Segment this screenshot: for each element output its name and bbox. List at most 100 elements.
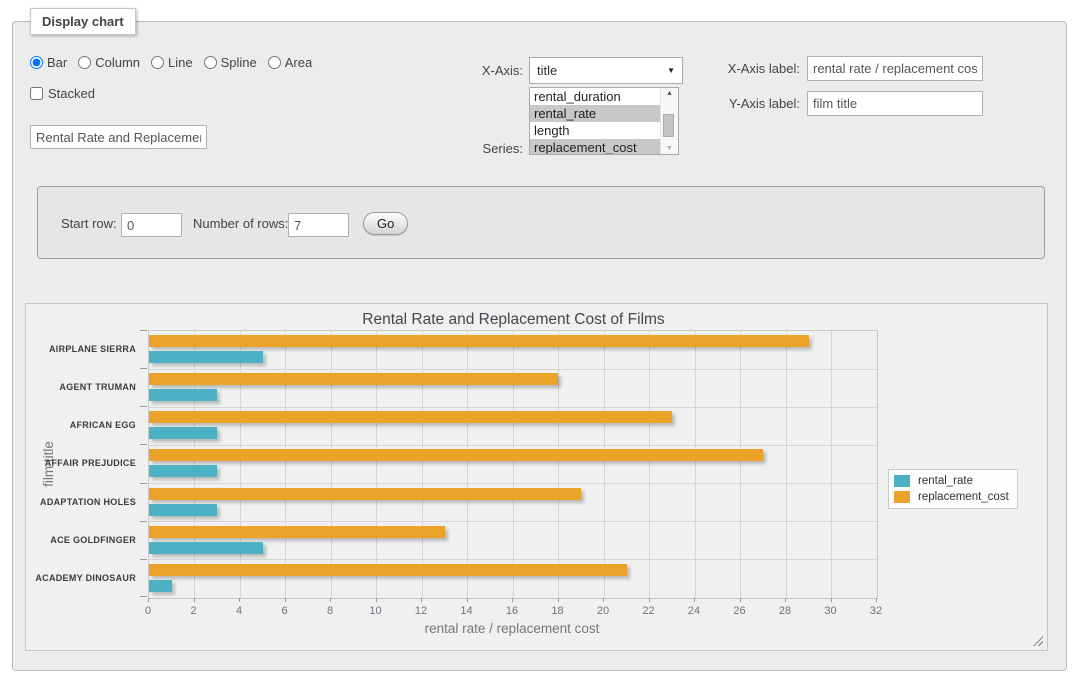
- x-tick-label: 18: [551, 605, 563, 617]
- gridline-horizontal: [149, 407, 877, 408]
- x-tick-mark: [285, 598, 286, 602]
- legend-swatch-replacement_cost: [894, 491, 910, 503]
- bar-replacement_cost-affair-prejudice: [149, 449, 763, 461]
- chart-y-ticks: [140, 330, 148, 597]
- x-tick-label: 0: [145, 605, 151, 617]
- legend-row-replacement_cost: replacement_cost: [894, 491, 1009, 503]
- bar-rental_rate-academy-dinosaur: [149, 580, 172, 592]
- category-label: AFRICAN EGG: [26, 406, 136, 444]
- x-tick-label: 8: [327, 605, 333, 617]
- gridline-horizontal: [149, 445, 877, 446]
- chart-legend: rental_rate replacement_cost: [888, 469, 1018, 509]
- start-row-input[interactable]: [121, 213, 182, 237]
- legend-row-rental_rate: rental_rate: [894, 475, 1009, 487]
- resize-handle-icon[interactable]: [1033, 636, 1043, 646]
- gridline-vertical: [604, 331, 605, 598]
- series-option-replacement_cost[interactable]: replacement_cost: [530, 139, 661, 155]
- series-option-length[interactable]: length: [530, 122, 661, 139]
- chart-type-radios: Bar Column Line Spline Area: [30, 55, 312, 70]
- go-button[interactable]: Go: [363, 212, 408, 235]
- gridline-horizontal: [149, 521, 877, 522]
- x-axis-label-input[interactable]: [807, 56, 983, 81]
- gridline-vertical: [376, 331, 377, 598]
- stacked-label: Stacked: [48, 86, 95, 101]
- chart-type-option-line[interactable]: Line: [151, 55, 193, 70]
- gridline-vertical: [422, 331, 423, 598]
- chart-x-tick-labels: 02468101214161820222426283032: [148, 605, 878, 618]
- chart-type-radio-spline[interactable]: [204, 56, 217, 69]
- bar-rental_rate-affair-prejudice: [149, 465, 217, 477]
- y-tick-mark: [140, 483, 147, 484]
- x-tick-label: 20: [597, 605, 609, 617]
- chart-type-option-column[interactable]: Column: [78, 55, 140, 70]
- x-tick-mark: [558, 598, 559, 602]
- series-option-rental_duration[interactable]: rental_duration: [530, 88, 661, 105]
- gridline-vertical: [649, 331, 650, 598]
- bar-replacement_cost-academy-dinosaur: [149, 564, 627, 576]
- chart-type-option-label: Spline: [221, 55, 257, 70]
- chart-type-option-spline[interactable]: Spline: [204, 55, 257, 70]
- stacked-option[interactable]: Stacked: [30, 86, 95, 101]
- bar-replacement_cost-african-egg: [149, 411, 672, 423]
- gridline-vertical: [740, 331, 741, 598]
- x-tick-mark: [831, 598, 832, 602]
- gridline-vertical: [786, 331, 787, 598]
- gridline-vertical: [513, 331, 514, 598]
- x-tick-mark: [148, 598, 149, 602]
- y-tick-mark: [140, 559, 147, 560]
- x-tick-mark: [649, 598, 650, 602]
- chart-type-radio-line[interactable]: [151, 56, 164, 69]
- chart-title-input[interactable]: [30, 125, 207, 149]
- series-option-rental_rate[interactable]: rental_rate: [530, 105, 661, 122]
- category-label: AIRPLANE SIERRA: [26, 330, 136, 368]
- bar-rental_rate-agent-truman: [149, 389, 217, 401]
- start-row-label: Start row:: [61, 216, 117, 231]
- x-tick-label: 22: [642, 605, 654, 617]
- page: Display chart Bar Column Line Spline Area St…: [0, 0, 1081, 681]
- gridline-vertical: [285, 331, 286, 598]
- x-tick-label: 4: [236, 605, 242, 617]
- chart-type-option-label: Bar: [47, 55, 67, 70]
- bar-replacement_cost-airplane-sierra: [149, 335, 809, 347]
- display-chart-fieldset: Display chart BarColumnLineSplineArea St…: [12, 21, 1067, 671]
- x-tick-mark: [467, 598, 468, 602]
- x-tick-mark: [376, 598, 377, 602]
- chart-type-option-label: Line: [168, 55, 193, 70]
- chart-type-radio-column[interactable]: [78, 56, 91, 69]
- y-tick-mark: [140, 596, 147, 597]
- chart-type-radio-area[interactable]: [268, 56, 281, 69]
- series-listbox[interactable]: rental_durationrental_ratelengthreplacem…: [529, 87, 679, 155]
- x-tick-mark: [421, 598, 422, 602]
- series-options: rental_durationrental_ratelengthreplacem…: [530, 88, 678, 155]
- legend-label: replacement_cost: [918, 491, 1009, 503]
- bar-replacement_cost-ace-goldfinger: [149, 526, 445, 538]
- stacked-checkbox[interactable]: [30, 87, 43, 100]
- x-tick-label: 12: [415, 605, 427, 617]
- x-axis-select[interactable]: title ▼: [529, 57, 683, 84]
- chart-type-option-bar[interactable]: Bar: [30, 55, 67, 70]
- chart-type-radio-bar[interactable]: [30, 56, 43, 69]
- scroll-down-icon[interactable]: ▼: [661, 145, 678, 152]
- gridline-horizontal: [149, 559, 877, 560]
- bar-replacement_cost-adaptation-holes: [149, 488, 581, 500]
- legend-swatch-rental_rate: [894, 475, 910, 487]
- x-tick-mark: [512, 598, 513, 602]
- y-tick-mark: [140, 330, 147, 331]
- fieldset-legend: Display chart: [30, 8, 136, 35]
- x-tick-label: 28: [779, 605, 791, 617]
- bar-rental_rate-ace-goldfinger: [149, 542, 263, 554]
- gridline-vertical: [831, 331, 832, 598]
- number-of-rows-input[interactable]: [288, 213, 349, 237]
- plot-area: [148, 330, 878, 599]
- x-tick-label: 16: [506, 605, 518, 617]
- chart-panel: Rental Rate and Replacement Cost of Film…: [25, 303, 1048, 651]
- x-tick-mark: [740, 598, 741, 602]
- bar-rental_rate-adaptation-holes: [149, 504, 217, 516]
- chart-type-option-label: Area: [285, 55, 312, 70]
- x-tick-label: 32: [870, 605, 882, 617]
- gridline-vertical: [331, 331, 332, 598]
- chart-type-option-area[interactable]: Area: [268, 55, 312, 70]
- y-axis-label-input[interactable]: [807, 91, 983, 116]
- category-label: ADAPTATION HOLES: [26, 483, 136, 521]
- scrollbar-thumb[interactable]: [663, 114, 674, 137]
